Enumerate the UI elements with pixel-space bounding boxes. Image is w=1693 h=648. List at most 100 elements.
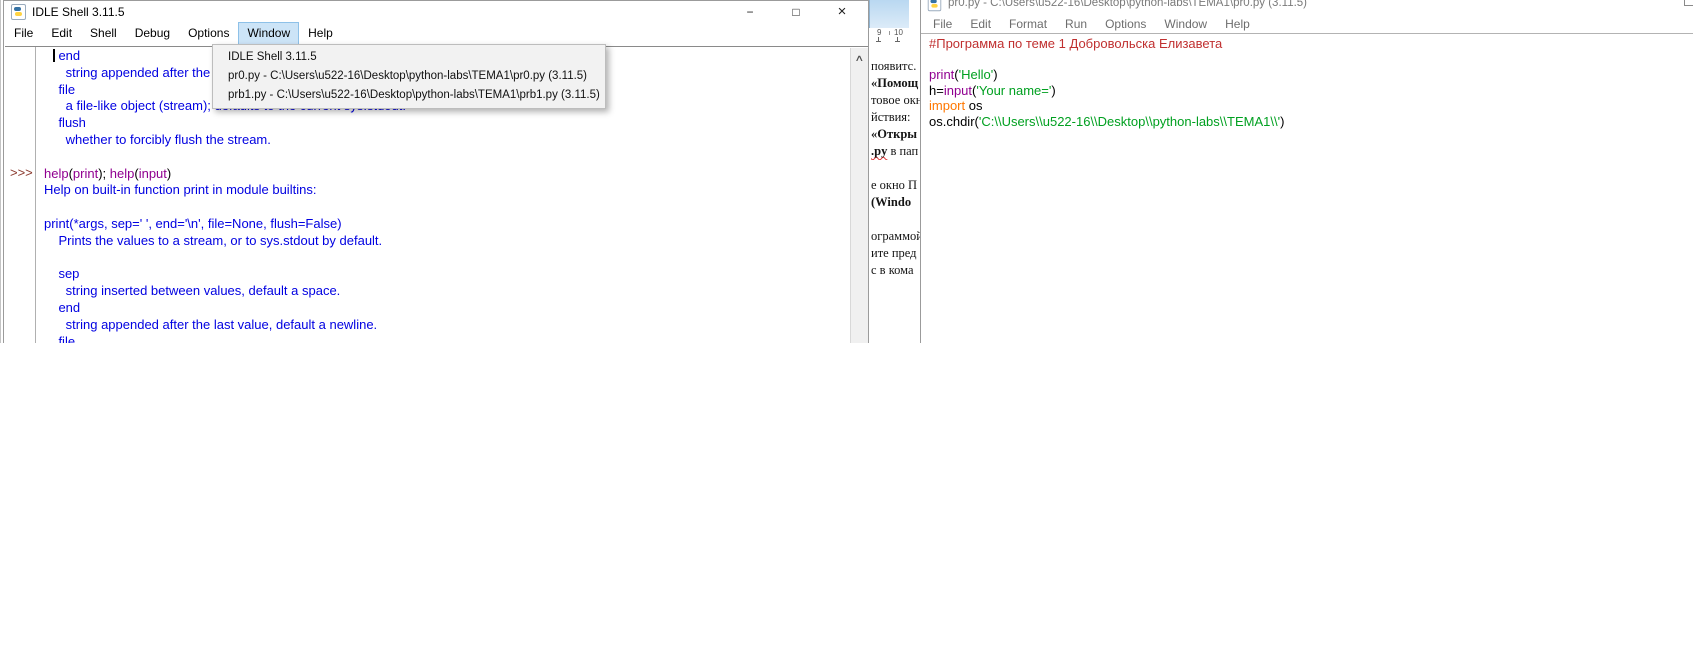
text-segment: ) xyxy=(1051,83,1055,98)
caption-buttons: − □ × xyxy=(727,1,865,22)
shell-menu-window[interactable]: Window xyxy=(238,22,299,45)
text-segment: ); xyxy=(98,166,110,181)
close-button[interactable]: × xyxy=(819,1,865,22)
shell-scrollbar[interactable]: ∧ xyxy=(850,48,868,343)
idle-editor-window: pr0.py - C:\Users\u522-16\Desktop\python… xyxy=(920,0,1693,343)
text-segment: flush xyxy=(44,115,86,130)
text-segment: end xyxy=(44,300,80,315)
word-line: товое окн xyxy=(871,92,920,109)
window-menu-item-1[interactable]: pr0.py - C:\Users\u522-16\Desktop\python… xyxy=(213,67,605,86)
text-segment: input xyxy=(139,166,167,181)
word-page-text: появитс.«Помощтовое окнйствия:«Откры.py … xyxy=(871,58,920,279)
python-file-icon xyxy=(928,0,942,11)
text-segment: help xyxy=(44,166,69,181)
text-segment: #Программа по теме 1 Добровольска Елизав… xyxy=(929,36,1222,51)
shell-line xyxy=(44,250,850,267)
word-line xyxy=(871,160,920,177)
shell-menu-help[interactable]: Help xyxy=(299,22,342,45)
editor-menubar: FileEditFormatRunOptionsWindowHelp xyxy=(921,13,1693,34)
word-line: появитс. xyxy=(871,58,920,75)
prompt-sidebar: >>> xyxy=(5,47,36,343)
shell-line: print(*args, sep=' ', end='\n', file=Non… xyxy=(44,216,850,233)
text-segment: file xyxy=(44,334,75,343)
window-menu-item-2[interactable]: prb1.py - C:\Users\u522-16\Desktop\pytho… xyxy=(213,86,605,105)
window-menu-dropdown: IDLE Shell 3.11.5pr0.py - C:\Users\u522-… xyxy=(212,44,606,109)
shell-line: Prints the values to a stream, or to sys… xyxy=(44,233,850,250)
word-line: ите пред xyxy=(871,245,920,262)
text-segment: ограммой xyxy=(871,229,920,243)
editor-titlebar[interactable]: pr0.py - C:\Users\u522-16\Desktop\python… xyxy=(921,0,1693,13)
shell-menu-file[interactable]: File xyxy=(5,22,42,45)
editor-title: pr0.py - C:\Users\u522-16\Desktop\python… xyxy=(948,0,1307,13)
word-document-window: 9 10 появитс.«Помощтовое окнйствия:«Откр… xyxy=(869,0,920,343)
text-segment: ) xyxy=(1280,114,1284,129)
ruler-mark-9: 9 xyxy=(877,28,881,37)
text-segment: «Откры xyxy=(871,127,917,141)
shell-line: file xyxy=(44,334,850,343)
shell-line xyxy=(44,199,850,216)
editor-menu-format[interactable]: Format xyxy=(1000,13,1056,33)
text-cursor xyxy=(53,49,55,62)
ruler-tab-marker xyxy=(895,37,900,42)
shell-line: flush xyxy=(44,115,850,132)
editor-menu-run[interactable]: Run xyxy=(1056,13,1096,33)
text-segment: товое окн xyxy=(871,93,920,107)
background-window-edge xyxy=(0,0,1,343)
editor-menu-window[interactable]: Window xyxy=(1155,13,1216,33)
shell-menu-debug[interactable]: Debug xyxy=(126,22,179,45)
word-line: е окно П xyxy=(871,177,920,194)
code-line: #Программа по теме 1 Добровольска Елизав… xyxy=(929,36,1693,52)
shell-prompt: >>> xyxy=(10,165,33,180)
ruler-tab-marker xyxy=(876,37,881,42)
text-segment: 'Your name=' xyxy=(976,83,1051,98)
shell-line: end xyxy=(44,300,850,317)
word-line xyxy=(871,211,920,228)
text-segment: Prints the values to a stream, or to sys… xyxy=(44,233,382,248)
code-line: os.chdir('C:\\Users\\u522-16\\Desktop\\p… xyxy=(929,114,1693,130)
shell-menu-shell[interactable]: Shell xyxy=(81,22,126,45)
shell-line: string appended after the last value, de… xyxy=(44,317,850,334)
text-segment: os.chdir( xyxy=(929,114,979,129)
editor-menu-edit[interactable]: Edit xyxy=(961,13,1000,33)
text-segment: «Помощ xyxy=(871,76,918,90)
shell-menu-edit[interactable]: Edit xyxy=(42,22,81,45)
text-segment: ) xyxy=(167,166,171,181)
text-segment: sep xyxy=(44,266,79,281)
editor-menu-file[interactable]: File xyxy=(924,13,961,33)
editor-code-area[interactable]: #Программа по теме 1 Добровольска Елизав… xyxy=(921,34,1693,343)
word-line: «Откры xyxy=(871,126,920,143)
text-segment: import xyxy=(929,98,965,113)
code-line xyxy=(929,52,1693,68)
word-line: (Windo xyxy=(871,194,920,211)
text-segment: с в кома xyxy=(871,263,914,277)
scroll-up-arrow-icon[interactable]: ∧ xyxy=(855,53,865,64)
text-segment: ) xyxy=(993,67,997,82)
maximize-button[interactable]: □ xyxy=(773,1,819,22)
code-line: h=input('Your name=') xyxy=(929,83,1693,99)
code-line: print('Hello') xyxy=(929,67,1693,83)
shell-line: help(print); help(input) xyxy=(44,166,850,183)
text-segment: string inserted between values, default … xyxy=(44,283,340,298)
shell-titlebar[interactable]: IDLE Shell 3.11.5 − □ × xyxy=(4,1,868,22)
editor-menu-help[interactable]: Help xyxy=(1216,13,1259,33)
text-segment: print xyxy=(929,67,954,82)
shell-menu-options[interactable]: Options xyxy=(179,22,238,45)
text-segment: file xyxy=(44,82,75,97)
editor-caption-button-fragment xyxy=(1684,0,1693,6)
editor-menu-options[interactable]: Options xyxy=(1096,13,1155,33)
minimize-button[interactable]: − xyxy=(727,1,773,22)
text-segment: string appended after the last value, de… xyxy=(44,317,377,332)
word-line: .py в пап xyxy=(871,143,920,160)
shell-line xyxy=(44,149,850,166)
text-segment: input xyxy=(944,83,972,98)
text-segment: end xyxy=(44,48,80,63)
text-segment: help xyxy=(110,166,135,181)
ruler-tick xyxy=(889,31,890,35)
shell-line: Help on built-in function print in modul… xyxy=(44,182,850,199)
text-segment: os xyxy=(965,98,982,113)
word-line: «Помощ xyxy=(871,75,920,92)
text-segment: whether to forcibly flush the stream. xyxy=(44,132,271,147)
shell-line: whether to forcibly flush the stream. xyxy=(44,132,850,149)
shell-menubar: FileEditShellDebugOptionsWindowHelp xyxy=(4,22,868,45)
window-menu-item-0[interactable]: IDLE Shell 3.11.5 xyxy=(213,48,605,67)
